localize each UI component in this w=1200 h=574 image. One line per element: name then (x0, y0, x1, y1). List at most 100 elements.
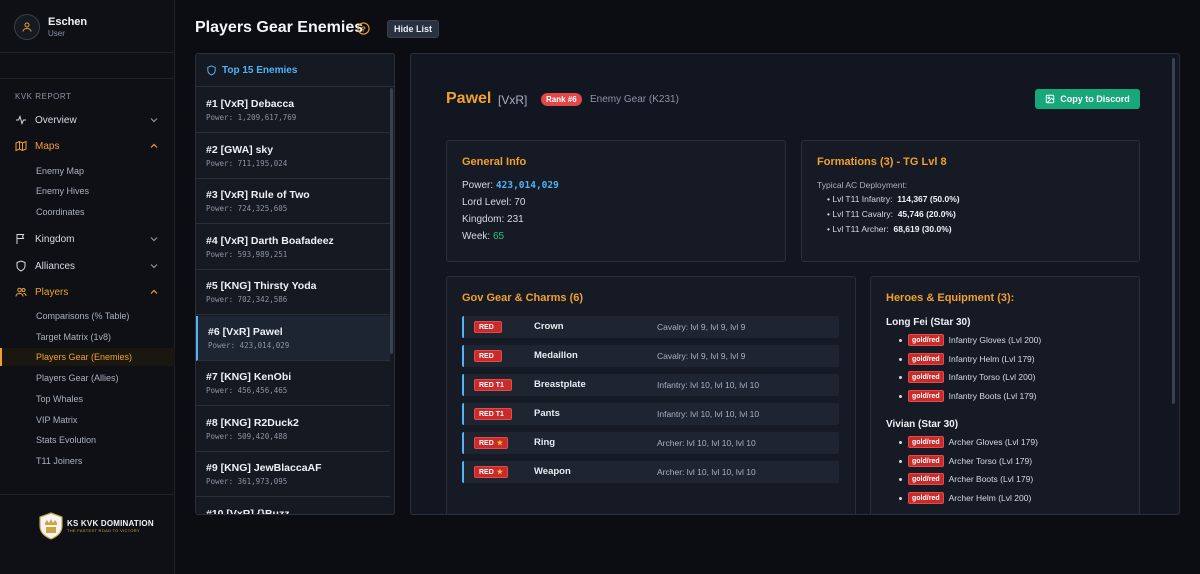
equipment-label: Infantry Torso (Lvl 200) (948, 372, 1036, 382)
subnav-top-whales[interactable]: Top Whales (0, 390, 175, 408)
image-icon (1046, 94, 1055, 104)
divider (0, 78, 175, 79)
subnav-comparisons[interactable]: Comparisons (% Table) (0, 307, 175, 325)
gear-name: Breastplate (534, 379, 586, 390)
gear-name: Medaillon (534, 350, 578, 361)
player-name: Pawel (446, 90, 492, 107)
general-info-card: General Info Power: 423,014,029 Lord Lev… (446, 140, 786, 262)
copy-button-label: Copy to Discord (1060, 94, 1130, 104)
subnav-target-matrix[interactable]: Target Matrix (1v8) (0, 328, 175, 346)
gear-row: RED Medaillon Cavalry: lvl 9, lvl 9, lvl… (462, 345, 839, 367)
gear-row: RED T1 Pants Infantry: lvl 10, lvl 10, l… (462, 403, 839, 425)
card-title: Formations (3) - TG Lvl 8 (817, 156, 947, 168)
enemy-name: #6 [VxR] Pawel (208, 326, 283, 338)
equipment-badge: gold/red (908, 455, 944, 467)
equipment-badge: gold/red (908, 436, 944, 448)
user-icon (14, 14, 40, 40)
player-alliance-tag: [VxR] (498, 93, 528, 107)
equipment-label: Infantry Gloves (Lvl 200) (948, 335, 1042, 345)
enemy-item[interactable]: #9 [KNG] JewBlaccaAF Power: 361,973,095 (196, 452, 390, 497)
gear-rarity-badge: RED T1 (474, 408, 512, 420)
equipment-badge: gold/red (908, 353, 944, 365)
equipment-item: gold/red Archer Boots (Lvl 179) (899, 472, 1033, 486)
nav-alliances[interactable]: Alliances (0, 255, 175, 277)
enemy-item-selected[interactable]: #6 [VxR] Pawel Power: 423,014,029 (196, 316, 390, 361)
gear-row: RED ★ Weapon Archer: lvl 10, lvl 10, lvl … (462, 461, 839, 483)
enemy-item[interactable]: #4 [VxR] Darth Boafadeez Power: 593,989,… (196, 225, 390, 270)
equipment-label: Archer Helm (Lvl 200) (948, 493, 1032, 503)
nav-label: Overview (35, 114, 77, 126)
user-role: User (48, 28, 65, 38)
hide-list-button[interactable]: Hide List (387, 20, 439, 38)
shield-logo-icon (39, 512, 63, 540)
week-label: Week: (462, 231, 491, 242)
formation-line: • Lvl T11 Cavalry: 45,746 (20.0%) (827, 209, 956, 219)
enemy-name: #3 [VxR] Rule of Two (206, 189, 310, 201)
enemy-item[interactable]: #8 [KNG] R2Duck2 Power: 509,420,488 (196, 407, 390, 452)
enemy-list-scrollbar[interactable] (390, 88, 393, 354)
chevron-up-icon (150, 143, 158, 148)
subnav-t11-joiners[interactable]: T11 Joiners (0, 452, 175, 470)
subnav-vip-matrix[interactable]: VIP Matrix (0, 411, 175, 429)
user-name: Eschen (48, 15, 88, 28)
enemy-name: #8 [KNG] R2Duck2 (206, 417, 299, 429)
divider (0, 494, 175, 495)
chevron-down-icon (150, 118, 158, 123)
shield-icon (15, 260, 27, 272)
equipment-label: Infantry Boots (Lvl 179) (948, 391, 1037, 401)
lord-level: Lord Level: 70 (462, 197, 526, 208)
gear-rarity-badge: RED (474, 321, 502, 333)
power-line: Power: 423,014,029 (462, 180, 559, 191)
nav-label: Players (35, 286, 69, 298)
enemy-name: #2 [GWA] sky (206, 144, 274, 156)
subnav-stats-evolution[interactable]: Stats Evolution (0, 431, 175, 449)
enemy-item[interactable]: #5 [KNG] Thirsty Yoda Power: 702,342,586 (196, 270, 390, 315)
gear-stats: Archer: lvl 10, lvl 10, lvl 10 (657, 467, 756, 477)
enemy-item[interactable]: #7 [KNG] KenObi Power: 456,456,465 (196, 361, 390, 406)
detail-scrollbar[interactable] (1172, 58, 1175, 404)
star-icon: ★ (496, 469, 504, 476)
enemy-power: Power: 711,195,024 (206, 159, 288, 168)
user-profile[interactable]: Eschen User (14, 14, 87, 40)
enemy-item[interactable]: #2 [GWA] sky Power: 711,195,024 (196, 134, 390, 179)
gov-gear-card: Gov Gear & Charms (6) RED Crown Cavalry:… (446, 276, 856, 514)
gear-stats: Archer: lvl 10, lvl 10, lvl 10 (657, 438, 756, 448)
enemy-item[interactable]: #1 [VxR] Debacca Power: 1,209,617,769 (196, 88, 390, 133)
enemy-item[interactable]: #3 [VxR] Rule of Two Power: 724,325,605 (196, 179, 390, 224)
chevron-down-icon (150, 237, 158, 242)
nav-label: Alliances (35, 260, 76, 272)
activity-icon (15, 114, 27, 126)
app-logo[interactable]: KS KVK DOMINATION THE FASTEST ROAD TO VI… (38, 512, 154, 540)
enemy-power: Power: 456,456,465 (206, 386, 288, 395)
subnav-coordinates[interactable]: Coordinates (0, 203, 175, 221)
gear-row: RED ★ Ring Archer: lvl 10, lvl 10, lvl 10 (462, 432, 839, 454)
enemy-name: #7 [KNG] KenObi (206, 371, 292, 383)
enemy-power: Power: 509,420,488 (206, 432, 288, 441)
nav-kingdom[interactable]: Kingdom (0, 228, 175, 250)
subnav-enemy-hives[interactable]: Enemy Hives (0, 182, 175, 200)
power-value: 423,014,029 (495, 180, 559, 191)
subnav-players-gear-enemies[interactable]: Players Gear (Enemies) (0, 348, 175, 366)
copy-to-discord-button[interactable]: Copy to Discord (1035, 89, 1140, 109)
formation-label: Lvl T11 Infantry: (832, 194, 893, 204)
section-label: KVK REPORT (15, 92, 72, 101)
help-icon[interactable]: ? (357, 22, 370, 35)
nav-maps[interactable]: Maps (0, 135, 175, 157)
deployment-label: Typical AC Deployment: (817, 180, 908, 190)
nav-label: Kingdom (35, 233, 75, 245)
star-icon: ★ (496, 440, 504, 447)
enemy-power: Power: 361,973,095 (206, 477, 288, 486)
nav-overview[interactable]: Overview (0, 109, 175, 131)
sidebar: Eschen User KVK REPORT Overview Maps Ene… (0, 0, 175, 574)
equipment-badge: gold/red (908, 492, 944, 504)
enemy-name: #5 [KNG] Thirsty Yoda (206, 280, 317, 292)
subnav-enemy-map[interactable]: Enemy Map (0, 162, 175, 180)
gear-row: RED Crown Cavalry: lvl 9, lvl 9, lvl 9 (462, 316, 839, 338)
enemy-power: Power: 724,325,605 (206, 204, 288, 213)
enemy-list-title: Top 15 Enemies (222, 64, 298, 76)
gear-stats: Infantry: lvl 10, lvl 10, lvl 10 (657, 409, 760, 419)
nav-players[interactable]: Players (0, 281, 175, 303)
enemy-item[interactable]: #10 [VxR] {}Buzz (196, 498, 390, 514)
subnav-players-gear-allies[interactable]: Players Gear (Allies) (0, 369, 175, 387)
week-line: Week: 65 (462, 231, 504, 242)
